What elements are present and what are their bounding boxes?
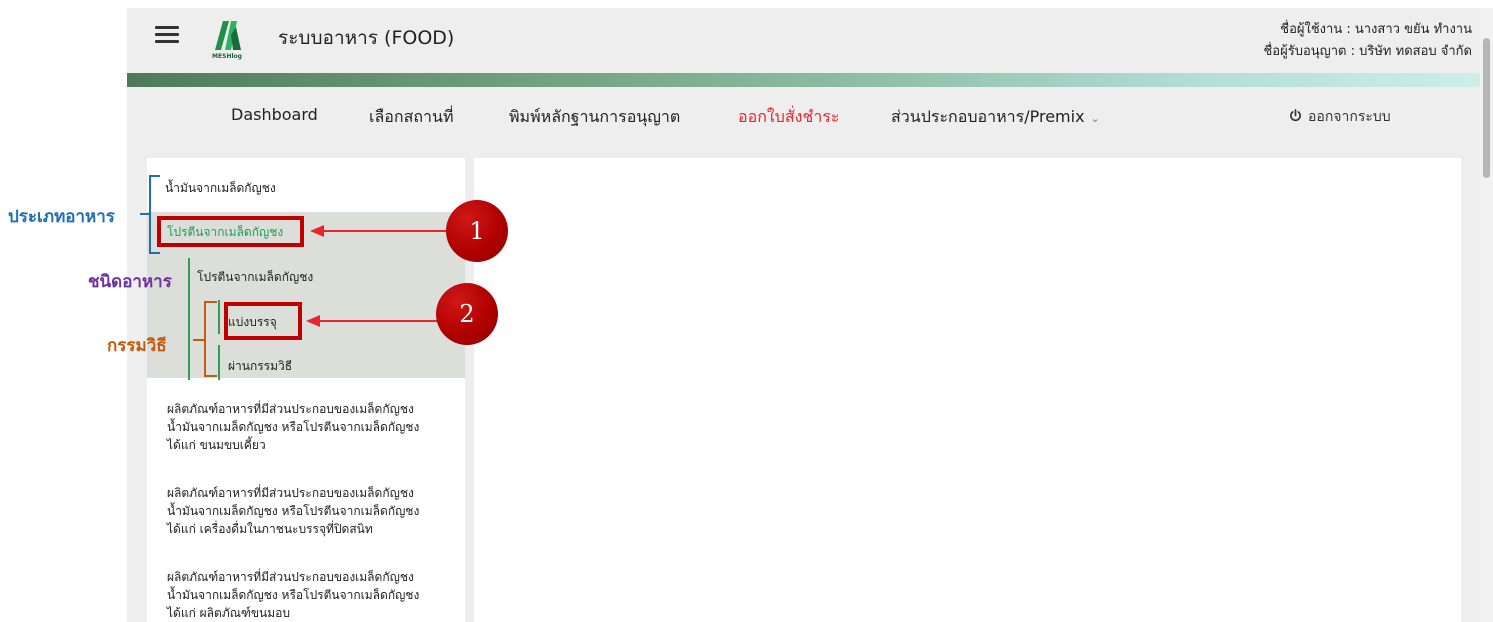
sidebar-item-hemp-oil[interactable]: น้ำมันจากเมล็ดกัญชง [165,179,276,198]
sidebar-item-product-snack[interactable]: ผลิตภัณฑ์อาหารที่มีส่วนประกอบของเมล็ดกัญ… [167,400,457,454]
main-content [474,158,1461,622]
menu-icon[interactable] [155,26,179,46]
scrollbar-thumb[interactable] [1483,38,1490,178]
step-badge-1: 1 [446,200,508,262]
meshlog-logo[interactable]: MESHlog [203,17,251,63]
nav-ingredients-label: ส่วนประกอบอาหาร/Premix [891,107,1085,126]
annotation-food-type: ประเภทอาหาร [8,207,115,227]
nav-select-location[interactable]: เลือกสถานที่ [369,105,454,130]
product-line: ได้แก่ ผลิตภัณฑ์ขนมอบ [167,606,290,620]
logout-label: ออกจากระบบ [1308,109,1391,125]
licensee-name: ชื่อผู้รับอนุญาต : บริษัท ทดสอบ จำกัด [1263,44,1472,59]
product-line: ได้แก่ ขนมขบเคี้ยว [167,438,266,452]
logo-text: MESHlog [212,53,242,60]
sidebar-process-processed[interactable]: ผ่านกรรมวิธี [228,357,292,376]
highlight-box-2 [224,302,302,340]
nav-payment-order[interactable]: ออกใบสั่งชำระ [738,105,839,130]
power-icon [1290,109,1301,122]
top-nav: Dashboard เลือกสถานที่ พิมพ์หลักฐานการอน… [127,87,1480,145]
sidebar-item-product-beverage[interactable]: ผลิตภัณฑ์อาหารที่มีส่วนประกอบของเมล็ดกัญ… [167,484,457,538]
app-title: ระบบอาหาร (FOOD) [278,27,455,49]
product-line: ได้แก่ เครื่องดื่มในภาชนะบรรจุที่ปิดสนิท [167,522,373,536]
annotation-process: กรรมวิธี [107,336,167,356]
annotation-food-kind: ชนิดอาหาร [88,272,172,292]
nav-dashboard[interactable]: Dashboard [231,105,318,124]
header-divider-bar [127,73,1480,87]
page-scrollbar[interactable] [1480,8,1493,622]
nav-print-license[interactable]: พิมพ์หลักฐานการอนุญาต [509,105,680,130]
product-line: น้ำมันจากเมล็ดกัญชง หรือโปรตีนจากเมล็ดกั… [167,420,420,434]
header: MESHlog ระบบอาหาร (FOOD) ชื่อผู้ใช้งาน :… [127,8,1480,72]
user-name: ชื่อผู้ใช้งาน : นางสาว ขยัน ทำงาน [1280,22,1472,37]
product-line: ผลิตภัณฑ์อาหารที่มีส่วนประกอบของเมล็ดกัญ… [167,486,414,500]
sidebar-subitem-hemp-protein[interactable]: โปรตีนจากเมล็ดกัญชง [197,268,313,287]
logout-button[interactable]: ออกจากระบบ [1289,106,1391,128]
sidebar-item-product-bakery[interactable]: ผลิตภัณฑ์อาหารที่มีส่วนประกอบของเมล็ดกัญ… [167,568,457,622]
product-line: ผลิตภัณฑ์อาหารที่มีส่วนประกอบของเมล็ดกัญ… [167,402,414,416]
product-line: น้ำมันจากเมล็ดกัญชง หรือโปรตีนจากเมล็ดกั… [167,504,420,518]
chevron-down-icon: ⌄ [1090,112,1100,125]
highlight-box-1 [157,216,304,247]
nav-ingredients-premix[interactable]: ส่วนประกอบอาหาร/Premix ⌄ [891,105,1100,130]
product-line: ผลิตภัณฑ์อาหารที่มีส่วนประกอบของเมล็ดกัญ… [167,570,414,584]
product-line: น้ำมันจากเมล็ดกัญชง หรือโปรตีนจากเมล็ดกั… [167,588,420,602]
step-badge-2: 2 [436,283,498,345]
user-info: ชื่อผู้ใช้งาน : นางสาว ขยัน ทำงาน ชื่อผู… [1263,19,1472,63]
